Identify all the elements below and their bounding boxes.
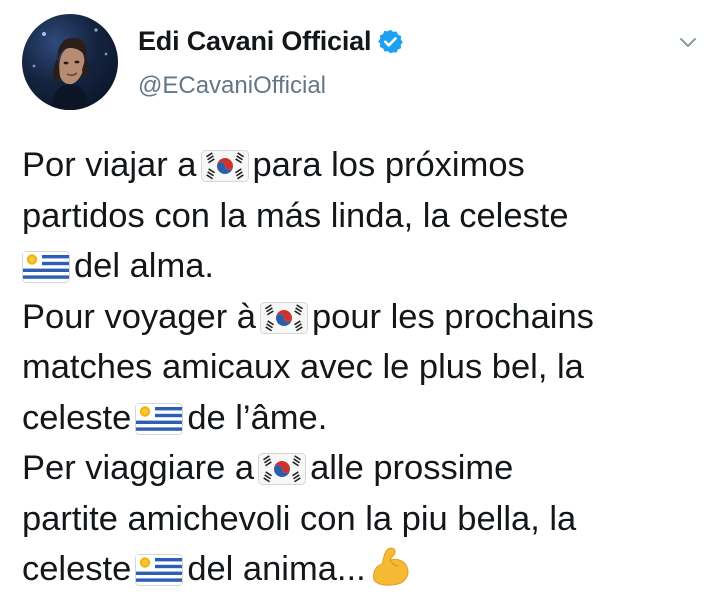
tweet-text-segment: matches amicaux avec le plus bel, la	[22, 348, 584, 386]
verified-badge-icon	[377, 28, 404, 55]
tweet-text-segment: del alma.	[74, 247, 214, 285]
tweet-line-4: Pour voyager à pour les prochains	[22, 292, 712, 343]
uruguay-flag-emoji	[22, 251, 70, 283]
tweet-line-6: celeste de l’âme.	[22, 393, 712, 444]
tweet-line-5: matches amicaux avec le plus bel, la	[22, 342, 712, 393]
tweet-text-segment: celeste	[22, 398, 132, 437]
tweet-text-segment: alle prossime	[310, 449, 514, 487]
tweet-text: Por viajar a para los próximos partidos c…	[22, 140, 712, 595]
tweet-text-segment: partidos con la más linda, la celeste	[22, 196, 569, 235]
tweet-text-segment: pour les prochains	[311, 297, 594, 336]
tweet-line-1: Por viajar a para los próximos	[22, 140, 712, 191]
uruguay-flag-emoji	[135, 554, 184, 586]
south-korea-flag-emoji	[200, 150, 249, 182]
uruguay-flag-emoji	[135, 402, 184, 435]
tweet-text-segment: Por viajar a	[22, 146, 197, 184]
tweet-line-3: del alma.	[22, 241, 712, 292]
tweet-text-segment: Per viaggiare a	[22, 449, 255, 487]
tweet-line-7: Per viaggiare a alle prossime	[22, 443, 712, 494]
tweet-text-segment: para los próximos	[252, 146, 525, 184]
tweet-line-8: partite amichevoli con la piu bella, la	[22, 494, 712, 545]
tweet-line-2: partidos con la más linda, la celeste	[22, 191, 712, 242]
avatar[interactable]	[22, 14, 118, 110]
author-name-row[interactable]: Edi Cavani Official	[138, 26, 404, 57]
tweet-text-segment: de l’âme.	[187, 398, 328, 437]
south-korea-flag-emoji	[258, 453, 307, 485]
flexed-biceps-emoji	[368, 544, 412, 588]
tweet-text-segment: del anima...	[187, 550, 366, 588]
author-handle[interactable]: @ECavaniOfficial	[138, 72, 326, 100]
tweet-text-segment: celeste	[22, 550, 132, 588]
south-korea-flag-emoji	[259, 301, 308, 334]
avatar-photo	[32, 28, 108, 110]
tweet-text-segment: Pour voyager à	[22, 297, 256, 336]
display-name[interactable]: Edi Cavani Official	[138, 26, 371, 57]
tweet-line-9: celeste del anima...	[22, 544, 712, 595]
tweet-text-segment: partite amichevoli con la piu bella, la	[22, 499, 577, 538]
chevron-down-icon[interactable]	[676, 30, 700, 54]
tweet-card: Edi Cavani Official @ECavaniOfficial Por…	[0, 0, 720, 599]
